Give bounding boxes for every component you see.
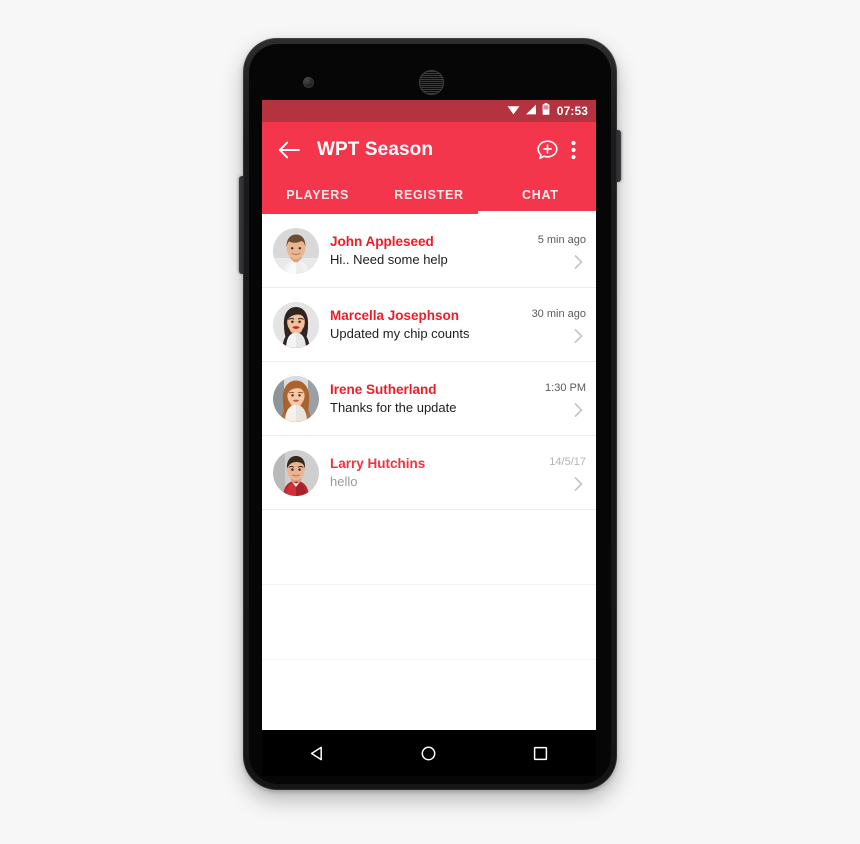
new-chat-bubble-plus-icon[interactable] [532, 135, 562, 165]
message-timestamp: 14/5/17 [549, 455, 586, 468]
chevron-right-icon[interactable] [570, 254, 586, 270]
chevron-right-icon[interactable] [570, 402, 586, 418]
battery-icon [542, 102, 550, 120]
cellular-signal-icon [525, 102, 537, 120]
overflow-menu-icon[interactable] [562, 135, 584, 165]
row-meta: 30 min ago [532, 288, 586, 361]
tab-bar: PLAYERS REGISTER CHAT [262, 178, 596, 214]
avatar [273, 449, 319, 496]
row-text: Marcella Josephson Updated my chip count… [330, 308, 532, 341]
contact-name: Larry Hutchins [330, 456, 426, 471]
power-button[interactable] [616, 130, 621, 182]
wifi-icon [507, 102, 520, 120]
row-meta: 5 min ago [538, 214, 586, 287]
front-camera-icon [303, 77, 314, 88]
nav-recents-square-icon[interactable] [518, 735, 562, 771]
phone-screen: 07:53 WPT Season PLAYERS REGISTER CHAT J… [262, 100, 596, 730]
nav-home-circle-icon[interactable] [407, 735, 451, 771]
status-bar: 07:53 [262, 100, 596, 122]
table-row[interactable]: Irene Sutherland Thanks for the update 1… [262, 362, 596, 436]
message-timestamp: 1:30 PM [545, 381, 586, 394]
volume-rocker-button[interactable] [239, 176, 244, 274]
message-timestamp: 30 min ago [531, 307, 586, 320]
avatar [273, 301, 319, 348]
table-row[interactable]: John Appleseed Hi.. Need some help 5 min… [262, 214, 596, 288]
message-timestamp: 5 min ago [537, 233, 586, 246]
contact-name: Irene Sutherland [330, 382, 437, 397]
empty-list-row [262, 585, 596, 660]
android-navigation-bar [262, 730, 596, 776]
row-text: John Appleseed Hi.. Need some help [330, 234, 538, 267]
avatar [273, 375, 319, 422]
row-text: Irene Sutherland Thanks for the update [330, 382, 545, 415]
contact-name: John Appleseed [330, 234, 434, 249]
message-preview: Hi.. Need some help [330, 252, 448, 267]
nav-back-triangle-icon[interactable] [296, 735, 340, 771]
chat-list[interactable]: John Appleseed Hi.. Need some help 5 min… [262, 214, 596, 730]
table-row[interactable]: Larry Hutchins hello 14/5/17 [262, 436, 596, 510]
avatar [273, 227, 319, 274]
tab-players[interactable]: PLAYERS [262, 178, 373, 214]
chevron-right-icon[interactable] [570, 476, 586, 492]
message-preview: Thanks for the update [330, 400, 457, 415]
page-title: WPT Season [317, 139, 434, 160]
row-meta: 14/5/17 [549, 436, 586, 509]
table-row[interactable]: Marcella Josephson Updated my chip count… [262, 288, 596, 362]
active-tab-indicator [478, 211, 596, 214]
app-bar: WPT Season [262, 122, 596, 178]
phone-device: 07:53 WPT Season PLAYERS REGISTER CHAT J… [239, 38, 621, 790]
status-bar-clock: 07:53 [556, 104, 588, 118]
empty-list-row [262, 510, 596, 585]
row-meta: 1:30 PM [545, 362, 586, 435]
message-preview: Updated my chip counts [330, 326, 470, 341]
tab-chat[interactable]: CHAT [485, 178, 596, 214]
message-preview: hello [330, 474, 358, 489]
row-text: Larry Hutchins hello [330, 456, 549, 489]
tab-register[interactable]: REGISTER [373, 178, 484, 214]
back-button[interactable] [274, 135, 304, 165]
earpiece-speaker-icon [419, 70, 444, 95]
chevron-right-icon[interactable] [570, 328, 586, 344]
contact-name: Marcella Josephson [330, 308, 460, 323]
empty-list-row [262, 660, 596, 730]
